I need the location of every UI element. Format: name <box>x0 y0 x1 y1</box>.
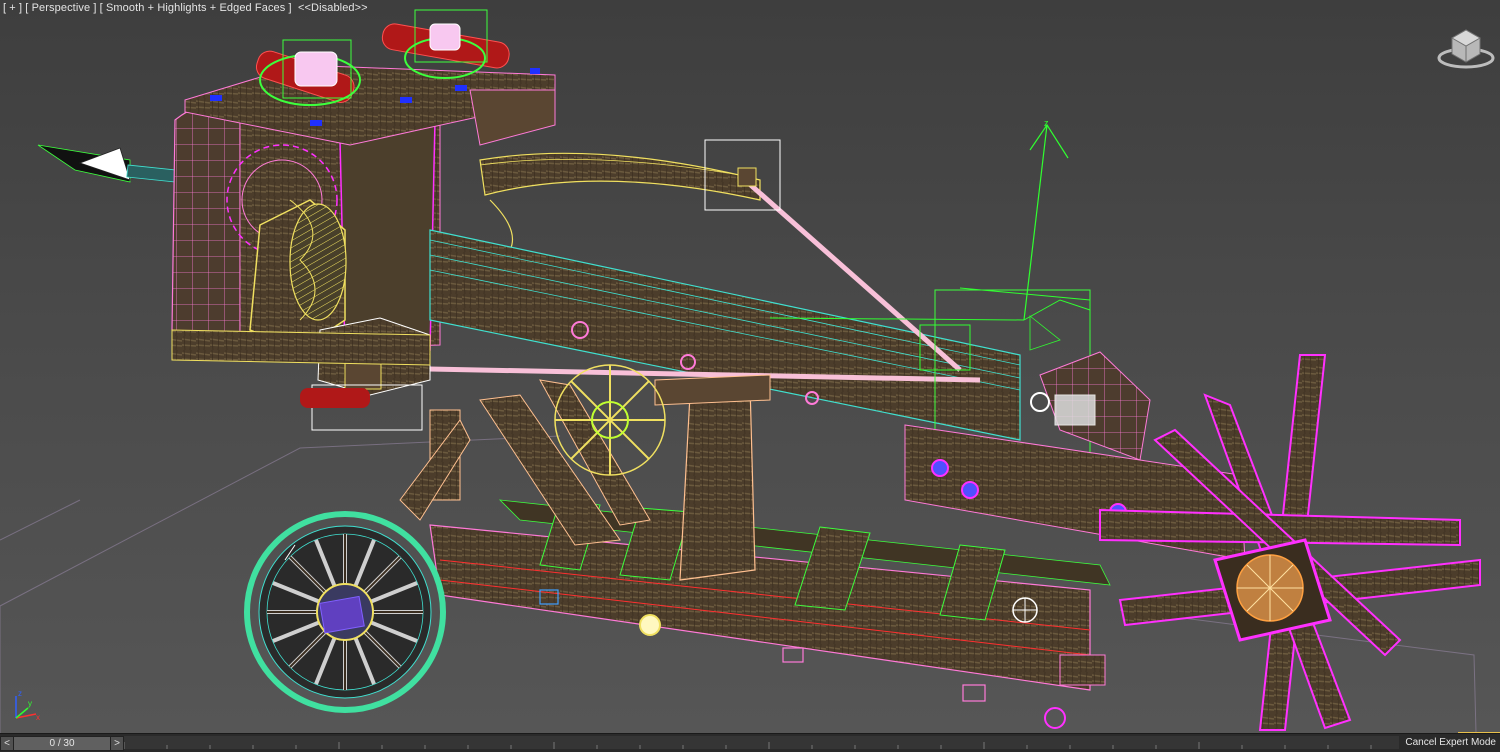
time-prev-button[interactable]: < <box>0 736 14 751</box>
bolt-arrow <box>37 144 189 184</box>
viewport-label[interactable]: [ + ] [ Perspective ] [ Smooth + Highlig… <box>3 2 368 14</box>
viewcube-icon[interactable] <box>1436 24 1496 72</box>
chassis <box>429 499 1111 702</box>
time-slider-bar: < 0 / 30 > Cancel Expert Mode <box>0 733 1500 752</box>
time-next-button[interactable]: > <box>110 736 124 751</box>
axis-y-label: y <box>28 699 32 708</box>
rear-gear-wheel <box>554 364 666 476</box>
gizmo-z-label: z <box>1044 118 1049 128</box>
perspective-viewport[interactable]: z [ + ] [ Perspective ] [ Smooth + Highl… <box>0 0 1500 733</box>
front-wheel <box>244 511 446 713</box>
axis-tripod-icon: z x y <box>15 689 40 722</box>
time-slider-thumb[interactable]: 0 / 30 <box>13 736 111 751</box>
axis-x-label: x <box>36 713 40 722</box>
axis-z-label: z <box>18 689 22 698</box>
front-block <box>171 317 431 431</box>
catapult-wireframe-scene[interactable]: z <box>0 0 1500 733</box>
track-ticks <box>124 742 1414 749</box>
bow-arm <box>479 152 761 251</box>
cancel-expert-mode-link[interactable]: Cancel Expert Mode <box>1399 736 1496 749</box>
